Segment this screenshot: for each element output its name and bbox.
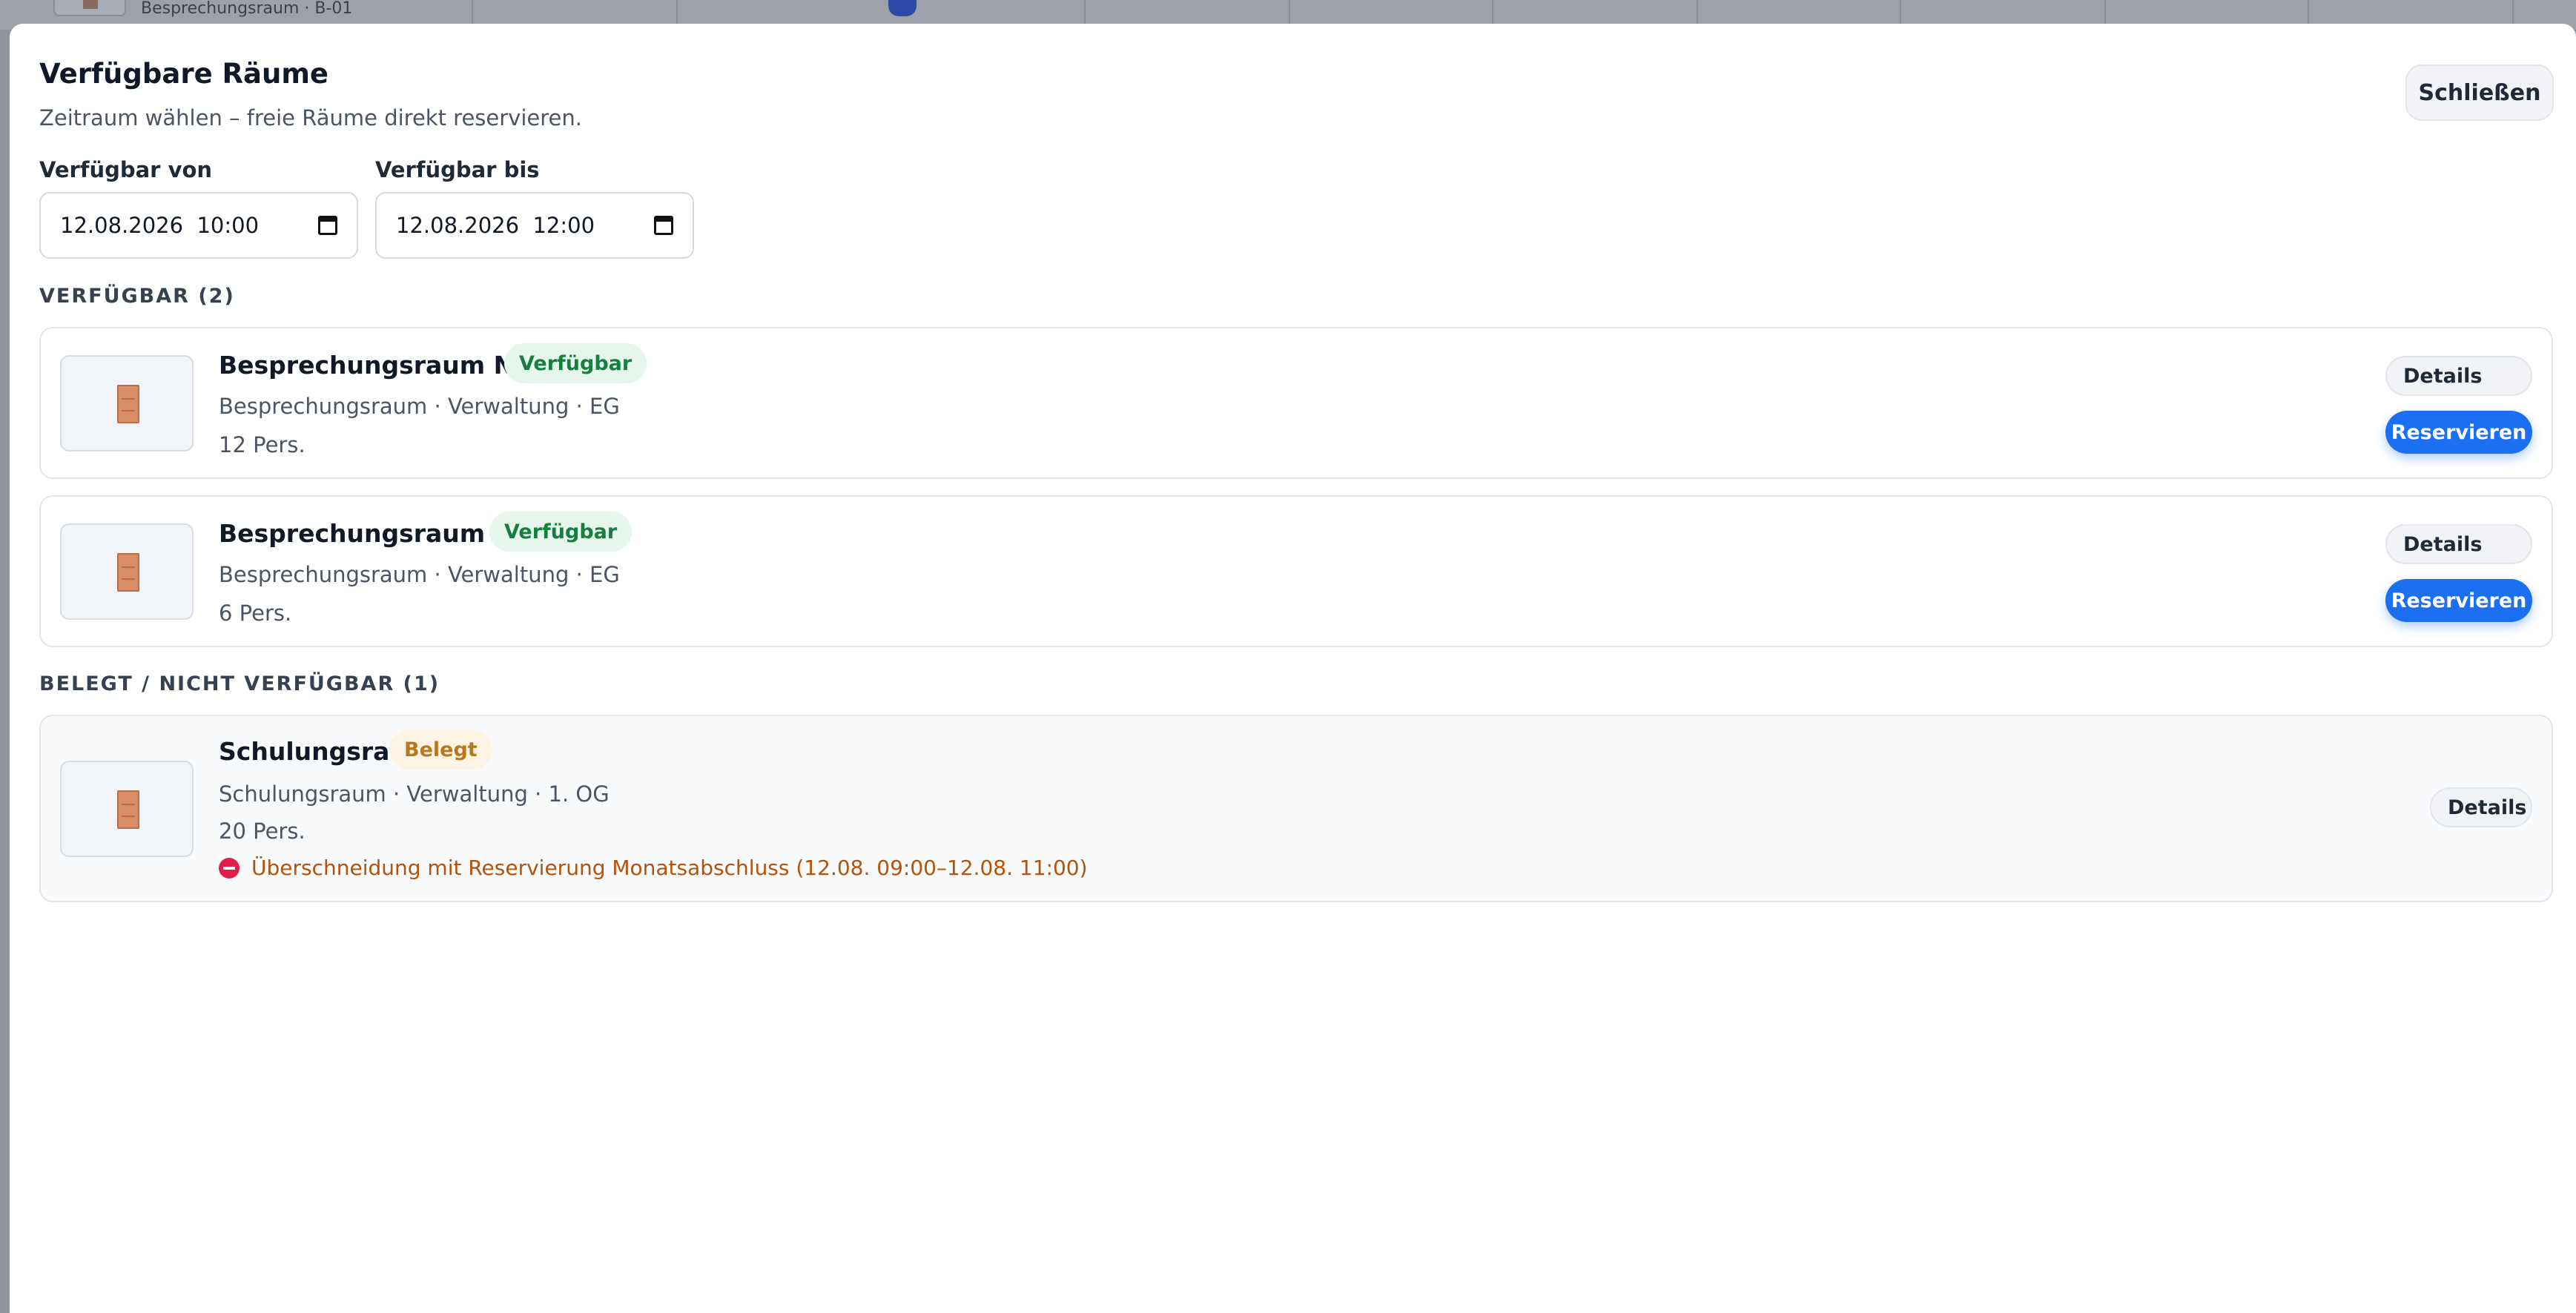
dialog-subtitle: Zeitraum wählen – freie Räume direkt res… <box>39 105 582 130</box>
details-button[interactable]: Details <box>2385 524 2532 564</box>
room-capacity: 20 Pers. <box>219 818 306 844</box>
background-grid-line <box>676 0 678 24</box>
room-meta: Besprechungsraum · Verwaltung · EG <box>219 394 620 419</box>
details-button[interactable]: Details <box>2385 356 2532 396</box>
background-grid-line <box>1697 0 1698 24</box>
status-badge: Verfügbar <box>489 512 633 552</box>
conflict-text: Überschneidung mit Reservierung Monatsab… <box>251 856 1088 880</box>
close-button[interactable]: Schließen <box>2405 65 2554 121</box>
conflict-notice: Überschneidung mit Reservierung Monatsab… <box>219 856 1088 880</box>
room-capacity: 12 Pers. <box>219 432 306 457</box>
status-badge: Belegt <box>389 730 492 770</box>
background-room-thumbnail <box>53 0 126 16</box>
calendar-icon[interactable] <box>318 216 337 235</box>
details-button[interactable]: Details <box>2430 787 2532 827</box>
background-grid-line <box>472 0 473 24</box>
door-icon <box>117 790 139 829</box>
to-datetime-value: 12.08.2026 12:00 <box>396 213 595 238</box>
room-thumbnail <box>60 523 194 620</box>
reserve-button[interactable]: Reservieren <box>2385 579 2532 622</box>
from-datetime-input[interactable]: 12.08.2026 10:00 <box>39 192 358 259</box>
unavailable-section-heading: BELEGT / NICHT VERFÜGBAR (1) <box>39 672 440 695</box>
background-grid-line <box>1900 0 1901 24</box>
room-card-schulungsraum: Schulungsraum Belegt Schulungsraum · Ver… <box>39 715 2553 902</box>
background-grid-line <box>1492 0 1493 24</box>
no-entry-icon <box>219 857 240 879</box>
status-badge: Verfügbar <box>504 343 647 383</box>
reserve-button[interactable]: Reservieren <box>2385 411 2532 454</box>
door-icon <box>117 385 139 423</box>
calendar-icon[interactable] <box>654 216 673 235</box>
background-booking-marker <box>888 0 917 16</box>
available-rooms-dialog: Verfügbare Räume Zeitraum wählen – freie… <box>10 24 2576 1313</box>
background-grid-line <box>2308 0 2309 24</box>
dialog-title: Verfügbare Räume <box>39 58 328 90</box>
available-section-heading: VERFÜGBAR (2) <box>39 285 235 308</box>
room-meta: Besprechungsraum · Verwaltung · EG <box>219 562 620 587</box>
room-thumbnail <box>60 761 194 857</box>
background-grid-line <box>2512 0 2514 24</box>
room-card-sued: Besprechungsraum Süd Verfügbar Besprechu… <box>39 495 2553 647</box>
from-label: Verfügbar von <box>39 157 213 182</box>
background-grid-line <box>2104 0 2106 24</box>
from-datetime-value: 12.08.2026 10:00 <box>60 213 260 238</box>
room-meta: Schulungsraum · Verwaltung · 1. OG <box>219 781 610 807</box>
room-capacity: 6 Pers. <box>219 601 292 626</box>
background-room-text: Besprechungsraum · B-01 <box>141 0 353 18</box>
background-grid-line <box>1289 0 1290 24</box>
to-datetime-input[interactable]: 12.08.2026 12:00 <box>375 192 694 259</box>
door-icon <box>117 553 139 592</box>
to-label: Verfügbar bis <box>375 157 540 182</box>
room-thumbnail <box>60 355 194 452</box>
room-card-nord: Besprechungsraum Nord Verfügbar Besprech… <box>39 327 2553 479</box>
background-grid-line <box>1084 0 1086 24</box>
